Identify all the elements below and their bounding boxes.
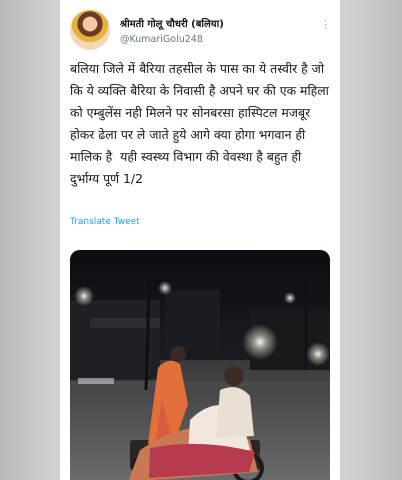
display-name[interactable]: श्रीमती गोलू चौधरी (बलिया) <box>120 16 224 30</box>
tweet-header: श्रीमती गोलू चौधरी (बलिया) @KumariGolu24… <box>70 10 331 50</box>
translate-tweet-link[interactable]: Translate Tweet <box>70 217 140 227</box>
more-icon[interactable]: ⋮ <box>320 18 331 32</box>
background-right <box>340 0 402 480</box>
avatar[interactable] <box>70 10 110 50</box>
tweet-card[interactable]: श्रीमती गोलू चौधरी (बलिया) @KumariGolu24… <box>60 0 340 480</box>
handle[interactable]: @KumariGolu248 <box>120 34 203 45</box>
tweet-text: बलिया जिले में बैरिया तहसील के पास का ये… <box>70 61 333 186</box>
background-left <box>0 0 60 480</box>
tweet-image[interactable] <box>70 250 330 480</box>
night-street-photo <box>70 250 330 480</box>
